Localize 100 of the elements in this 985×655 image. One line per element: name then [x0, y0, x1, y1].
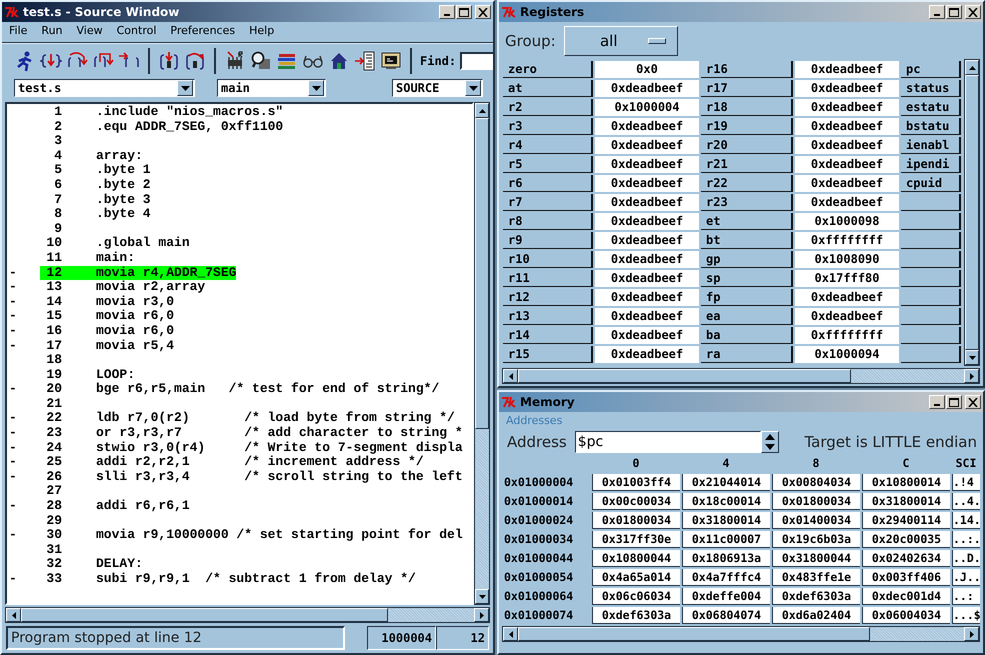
horizontal-scrollbar[interactable]	[5, 607, 490, 623]
register-value[interactable]: 0xdeadbeef	[795, 194, 899, 211]
register-value[interactable]: 0xdeadbeef	[795, 175, 899, 192]
register-value[interactable]: 0xdeadbeef	[595, 346, 699, 363]
horizontal-scrollbar[interactable]	[502, 368, 980, 384]
register-value[interactable]: 0xdeadbeef	[595, 270, 699, 287]
breakpoint-marker[interactable]: -	[9, 571, 17, 586]
memory-word[interactable]: 0x31800014	[862, 493, 950, 510]
memory-word[interactable]: 0x4a65a014	[592, 569, 680, 586]
register-value[interactable]: 0xdeadbeef	[795, 80, 899, 97]
breakpoint-marker[interactable]: -	[9, 381, 17, 396]
memory-word[interactable]: 0x003ff406	[862, 569, 950, 586]
register-value[interactable]: 0xdeadbeef	[595, 251, 699, 268]
register-value[interactable]: 0x0	[595, 61, 699, 78]
memory-word[interactable]: 0x483ffe1e	[772, 569, 860, 586]
memory-word[interactable]: 0xdef6303a	[772, 588, 860, 605]
memory-word[interactable]: 0x06c06034	[592, 588, 680, 605]
memory-word[interactable]: 0x1806913a	[682, 550, 770, 567]
register-value[interactable]: 0xdeadbeef	[795, 156, 899, 173]
scroll-left-button[interactable]	[503, 627, 518, 641]
memory-word[interactable]: 0x19c6b03a	[772, 531, 860, 548]
vertical-scrollbar[interactable]	[964, 59, 980, 366]
breakpoint-marker[interactable]: -	[9, 410, 17, 426]
register-value[interactable]: 0xdeadbeef	[595, 118, 699, 135]
breakpoint-marker[interactable]: -	[9, 440, 17, 455]
scrollbar-thumb[interactable]	[518, 627, 870, 641]
console-icon[interactable]	[380, 50, 402, 72]
breakpoint-marker[interactable]: -	[9, 468, 17, 484]
memory-word[interactable]: 0x20c00035	[862, 531, 950, 548]
minimize-button[interactable]	[439, 5, 455, 19]
scroll-down-button[interactable]	[965, 350, 979, 365]
register-value[interactable]: 0xdeadbeef	[595, 213, 699, 230]
menu-item[interactable]: Help	[249, 24, 274, 40]
breakpoint-marker[interactable]: -	[9, 498, 17, 514]
register-value[interactable]: 0x1008090	[795, 251, 899, 268]
menu-item[interactable]: File	[9, 24, 28, 40]
register-value[interactable]: 0xdeadbeef	[595, 137, 699, 154]
menu-item[interactable]: View	[76, 24, 103, 40]
memory-word[interactable]: 0xdec001d4	[862, 588, 950, 605]
register-value[interactable]: 0xdeadbeef	[595, 308, 699, 325]
breakpoint-marker[interactable]: -	[9, 279, 17, 294]
breakpoint-marker[interactable]: -	[9, 527, 17, 542]
memory-word[interactable]: 0xdef6303a	[592, 607, 680, 624]
memory-word[interactable]: 0x06004034	[862, 607, 950, 624]
scroll-left-button[interactable]	[503, 369, 518, 383]
register-value[interactable]: 0xdeadbeef	[595, 194, 699, 211]
address-field[interactable]: $pc	[574, 431, 761, 453]
register-value[interactable]: 0x1000098	[795, 213, 899, 230]
scrollbar-thumb[interactable]	[518, 369, 852, 383]
step-instruction-icon[interactable]	[158, 50, 180, 72]
register-value[interactable]: 0xdeadbeef	[795, 137, 899, 154]
memory-word[interactable]: 0x01800034	[772, 493, 860, 510]
scroll-down-button[interactable]	[475, 589, 489, 604]
breakpoint-marker[interactable]: -	[9, 322, 17, 338]
register-value[interactable]: 0xffffffff	[795, 327, 899, 344]
register-value[interactable]: 0xdeadbeef	[795, 99, 899, 116]
scroll-up-button[interactable]	[475, 103, 489, 118]
next-instruction-icon[interactable]	[184, 50, 206, 72]
register-value[interactable]: 0xdeadbeef	[595, 289, 699, 306]
memory-word[interactable]: 0x01003ff4	[592, 474, 680, 491]
scroll-left-button[interactable]	[6, 608, 21, 622]
breakpoint-marker[interactable]: -	[9, 425, 17, 440]
memory-word[interactable]: 0x10800014	[862, 474, 950, 491]
memory-word[interactable]: 0x29400114	[862, 512, 950, 529]
register-value[interactable]: 0xffffffff	[795, 232, 899, 249]
scroll-up-button[interactable]	[965, 60, 979, 75]
memory-word[interactable]: 0x21044014	[682, 474, 770, 491]
memory-word[interactable]: 0x317ff30e	[592, 531, 680, 548]
scrollbar-thumb[interactable]	[965, 75, 979, 350]
register-value[interactable]: 0xdeadbeef	[795, 289, 899, 306]
menu-item[interactable]: Control	[116, 24, 156, 40]
scroll-right-button[interactable]	[964, 627, 979, 641]
register-value[interactable]: 0x1000004	[595, 99, 699, 116]
register-value[interactable]: 0xdeadbeef	[595, 327, 699, 344]
memory-word[interactable]: 0x00c00034	[592, 493, 680, 510]
memory-word[interactable]: 0xd6a02404	[772, 607, 860, 624]
menu-item[interactable]: Preferences	[170, 24, 236, 40]
spin-buttons[interactable]	[760, 431, 779, 453]
memory-word[interactable]: 0xdeffe004	[682, 588, 770, 605]
scrollbar-thumb[interactable]	[21, 608, 388, 622]
group-menu-button[interactable]: all	[564, 26, 678, 56]
breakpoint-marker[interactable]: -	[9, 308, 17, 324]
breakpoint-marker[interactable]: -	[9, 264, 17, 280]
memory-word[interactable]: 0x11c00007	[682, 531, 770, 548]
register-value[interactable]: 0xdeadbeef	[595, 156, 699, 173]
breakpoint-marker[interactable]: -	[9, 338, 17, 352]
memory-word[interactable]: 0x10800044	[592, 550, 680, 567]
memory-word[interactable]: 0x31800044	[772, 550, 860, 567]
close-button[interactable]	[475, 5, 491, 19]
mode-combo[interactable]: SOURCE	[392, 79, 483, 97]
memory-word[interactable]: 0x00804034	[772, 474, 860, 491]
register-value[interactable]: 0xdeadbeef	[795, 308, 899, 325]
memory-word[interactable]: 0x01800034	[592, 512, 680, 529]
memory-word[interactable]: 0x06804074	[682, 607, 770, 624]
breakpoint-marker[interactable]: -	[9, 294, 17, 309]
memory-word[interactable]: 0x18c00014	[682, 493, 770, 510]
maximize-button[interactable]	[456, 5, 472, 19]
menu-item[interactable]: Run	[41, 24, 63, 40]
memory-word[interactable]: 0x01400034	[772, 512, 860, 529]
register-value[interactable]: 0xdeadbeef	[595, 80, 699, 97]
